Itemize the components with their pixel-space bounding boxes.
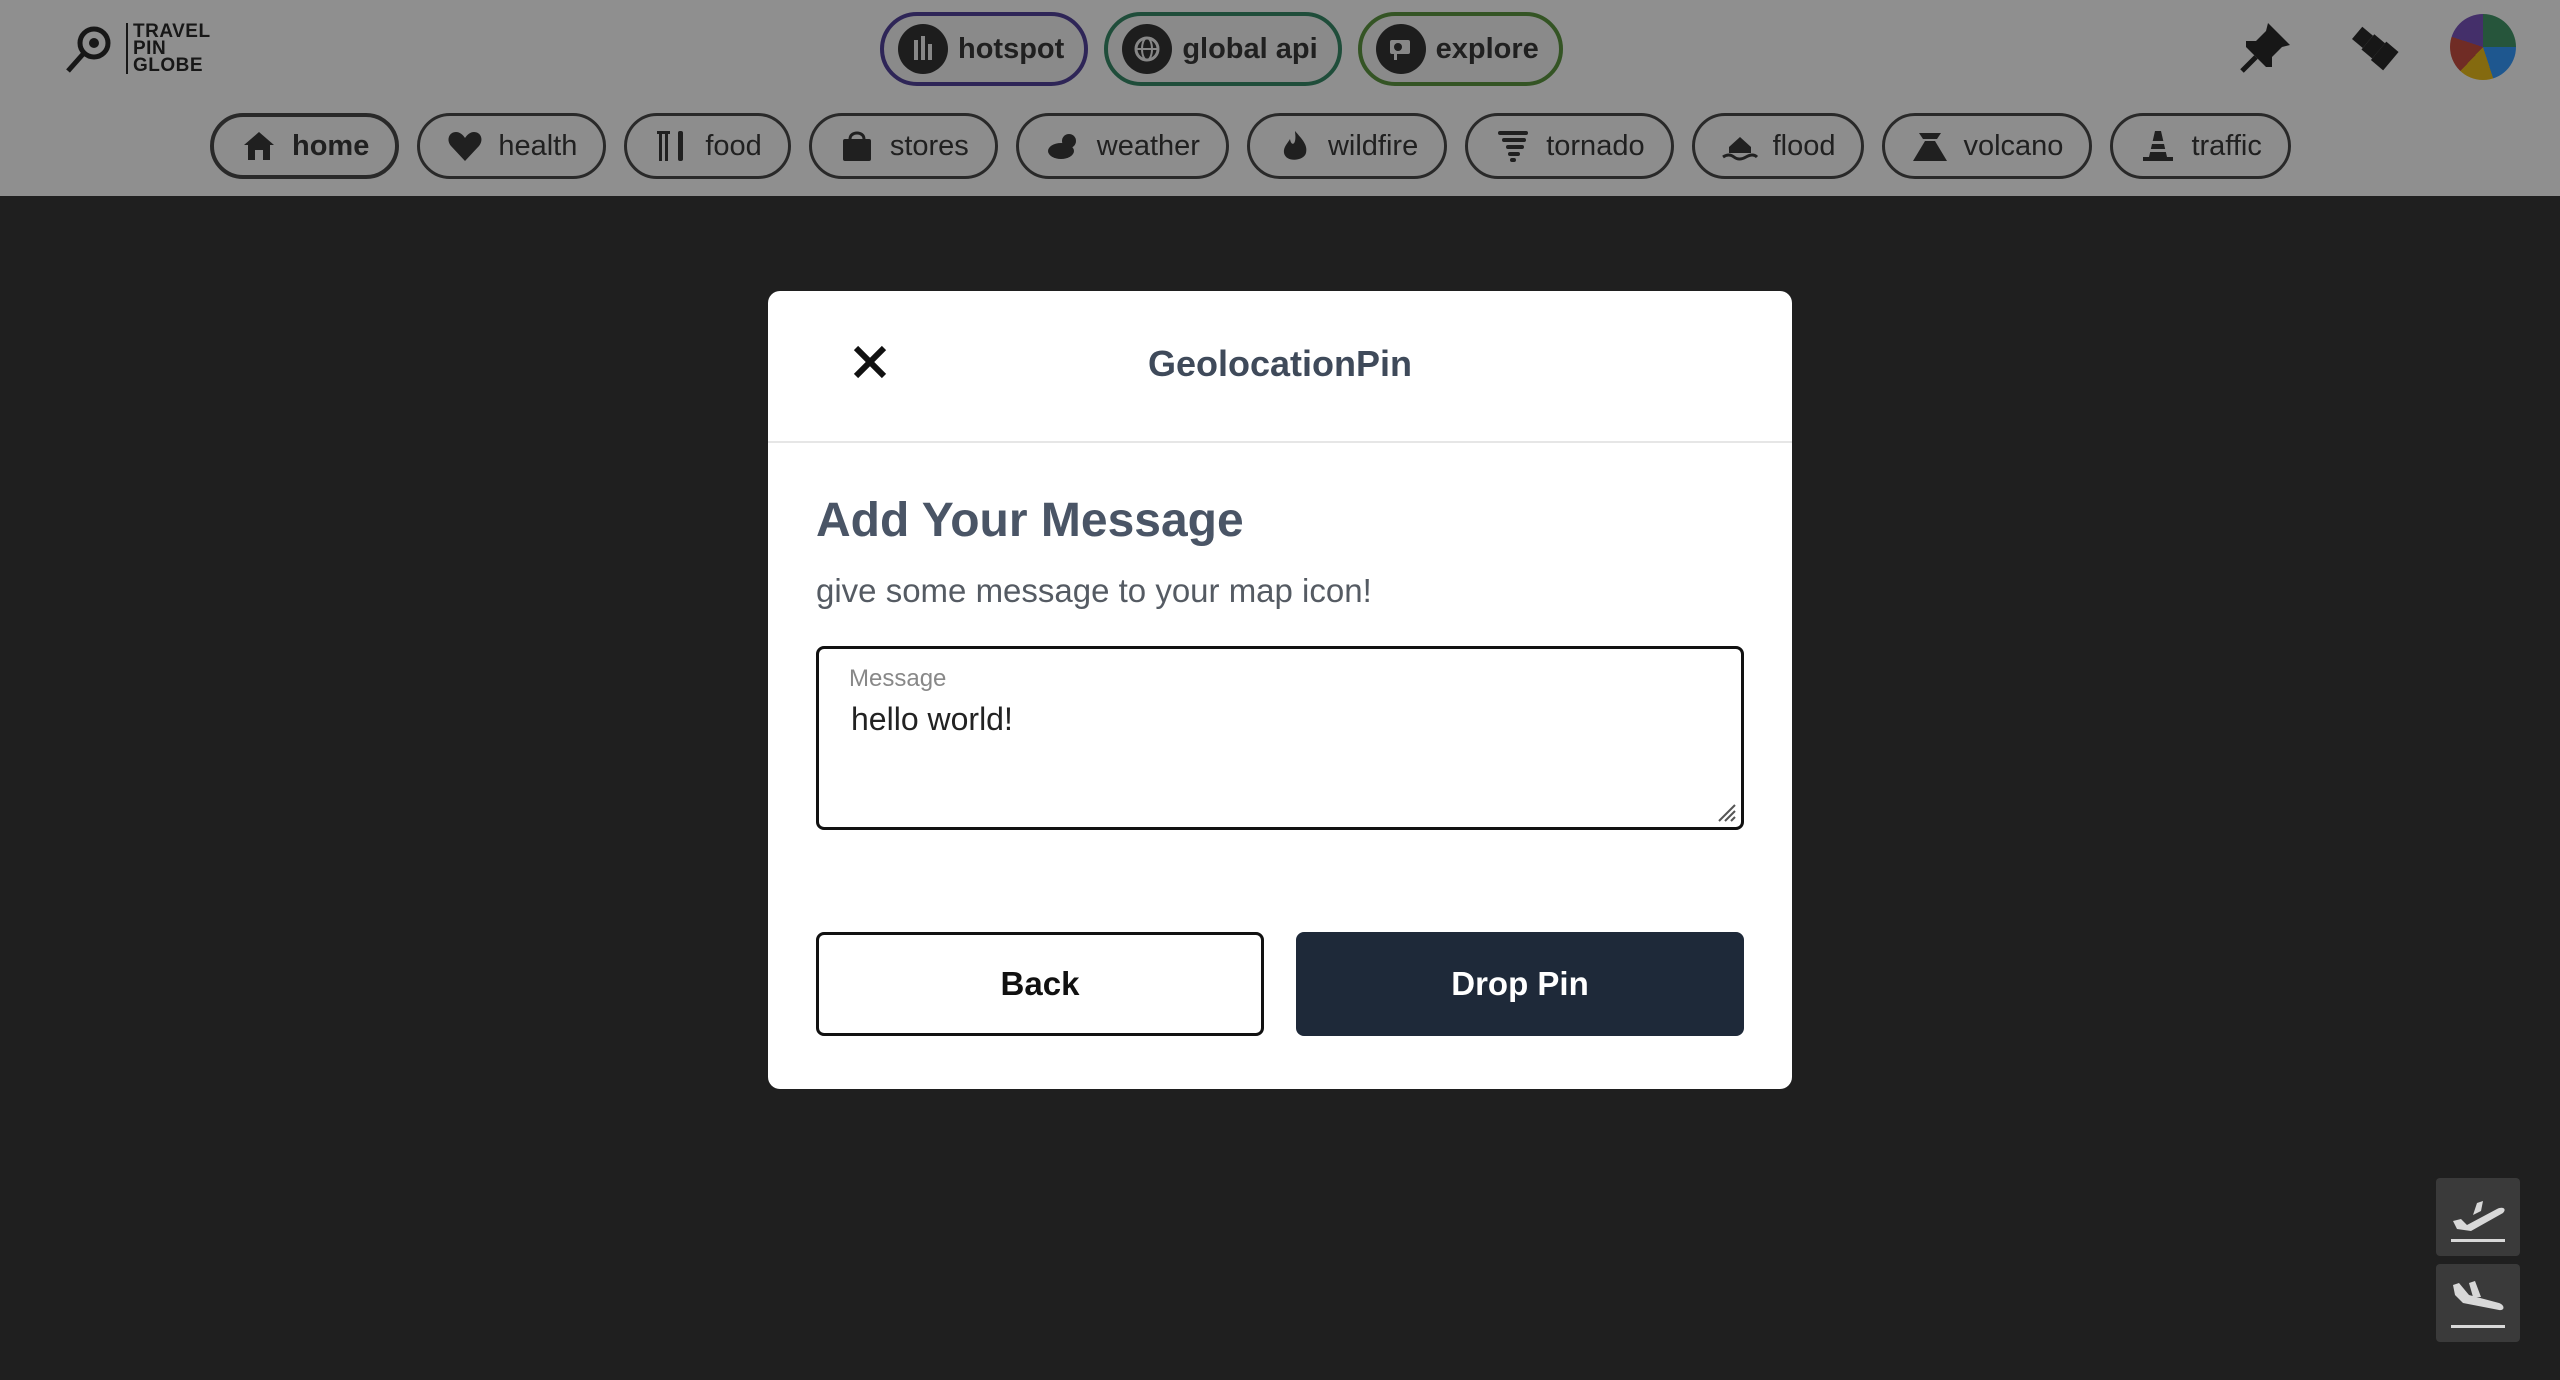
avatar[interactable]: [2450, 14, 2516, 80]
dialog-actions: Back Drop Pin: [816, 932, 1744, 1036]
explore-icon: [1375, 24, 1426, 74]
category-filter-bar: home health food stores weather wildfire…: [210, 113, 2291, 179]
resize-handle-icon[interactable]: [1711, 797, 1737, 823]
takeoff-button[interactable]: [2436, 1178, 2520, 1256]
category-flood[interactable]: flood: [1691, 113, 1865, 179]
category-food[interactable]: food: [624, 113, 791, 179]
message-field[interactable]: Message: [816, 646, 1744, 830]
message-label: Message: [849, 665, 947, 692]
mode-explore-button[interactable]: explore: [1357, 12, 1563, 86]
dialog-heading: Add Your Message: [816, 494, 1244, 547]
category-tornado[interactable]: tornado: [1465, 113, 1674, 179]
globe-api-icon: [1122, 24, 1173, 74]
traffic-cone-icon: [2143, 131, 2174, 161]
geolocation-pin-dialog: GeolocationPin Add Your Message give som…: [768, 291, 1792, 1089]
mode-global-api-button[interactable]: global api: [1104, 12, 1342, 86]
top-header: TRAVEL PIN GLOBE hotspot global api expl…: [0, 0, 2560, 196]
dialog-title: GeolocationPin: [1147, 343, 1413, 384]
dialog-description: give some message to your map icon!: [816, 572, 1372, 609]
category-weather[interactable]: weather: [1015, 113, 1229, 179]
volcano-icon: [1913, 133, 1948, 161]
category-traffic[interactable]: traffic: [2110, 113, 2291, 179]
cloud-sun-icon: [1047, 134, 1076, 159]
hotspot-icon: [898, 24, 948, 74]
fire-icon: [1283, 131, 1307, 160]
message-input[interactable]: [851, 701, 1711, 811]
landing-icon: [2451, 1281, 2505, 1328]
utensils-icon: [657, 131, 684, 161]
pushpin-icon[interactable]: [2234, 15, 2298, 79]
back-button[interactable]: Back: [816, 932, 1264, 1036]
shopping-bag-icon: [842, 131, 871, 161]
drop-pin-button[interactable]: Drop Pin: [1296, 932, 1744, 1036]
logo-icon: [66, 26, 111, 73]
landing-button[interactable]: [2436, 1264, 2520, 1342]
takeoff-icon: [2451, 1201, 2505, 1242]
category-health[interactable]: health: [417, 113, 607, 179]
mode-switcher: hotspot global api explore: [880, 12, 1563, 86]
flight-controls: [2436, 1178, 2520, 1342]
home-icon: [244, 132, 274, 160]
header-actions: [2234, 14, 2516, 80]
category-stores[interactable]: stores: [808, 113, 998, 179]
brand-logo[interactable]: TRAVEL PIN GLOBE: [62, 18, 211, 78]
brand-text: TRAVEL PIN GLOBE: [126, 22, 211, 75]
tornado-icon: [1498, 131, 1529, 162]
category-home[interactable]: home: [210, 113, 400, 179]
mode-hotspot-button[interactable]: hotspot: [880, 12, 1089, 86]
category-wildfire[interactable]: wildfire: [1246, 113, 1448, 179]
heart-icon: [448, 132, 482, 161]
spyglass-icon[interactable]: [2342, 15, 2406, 79]
category-volcano[interactable]: volcano: [1882, 113, 2093, 179]
dialog-header: GeolocationPin: [768, 291, 1792, 443]
flood-icon: [1721, 137, 1758, 161]
